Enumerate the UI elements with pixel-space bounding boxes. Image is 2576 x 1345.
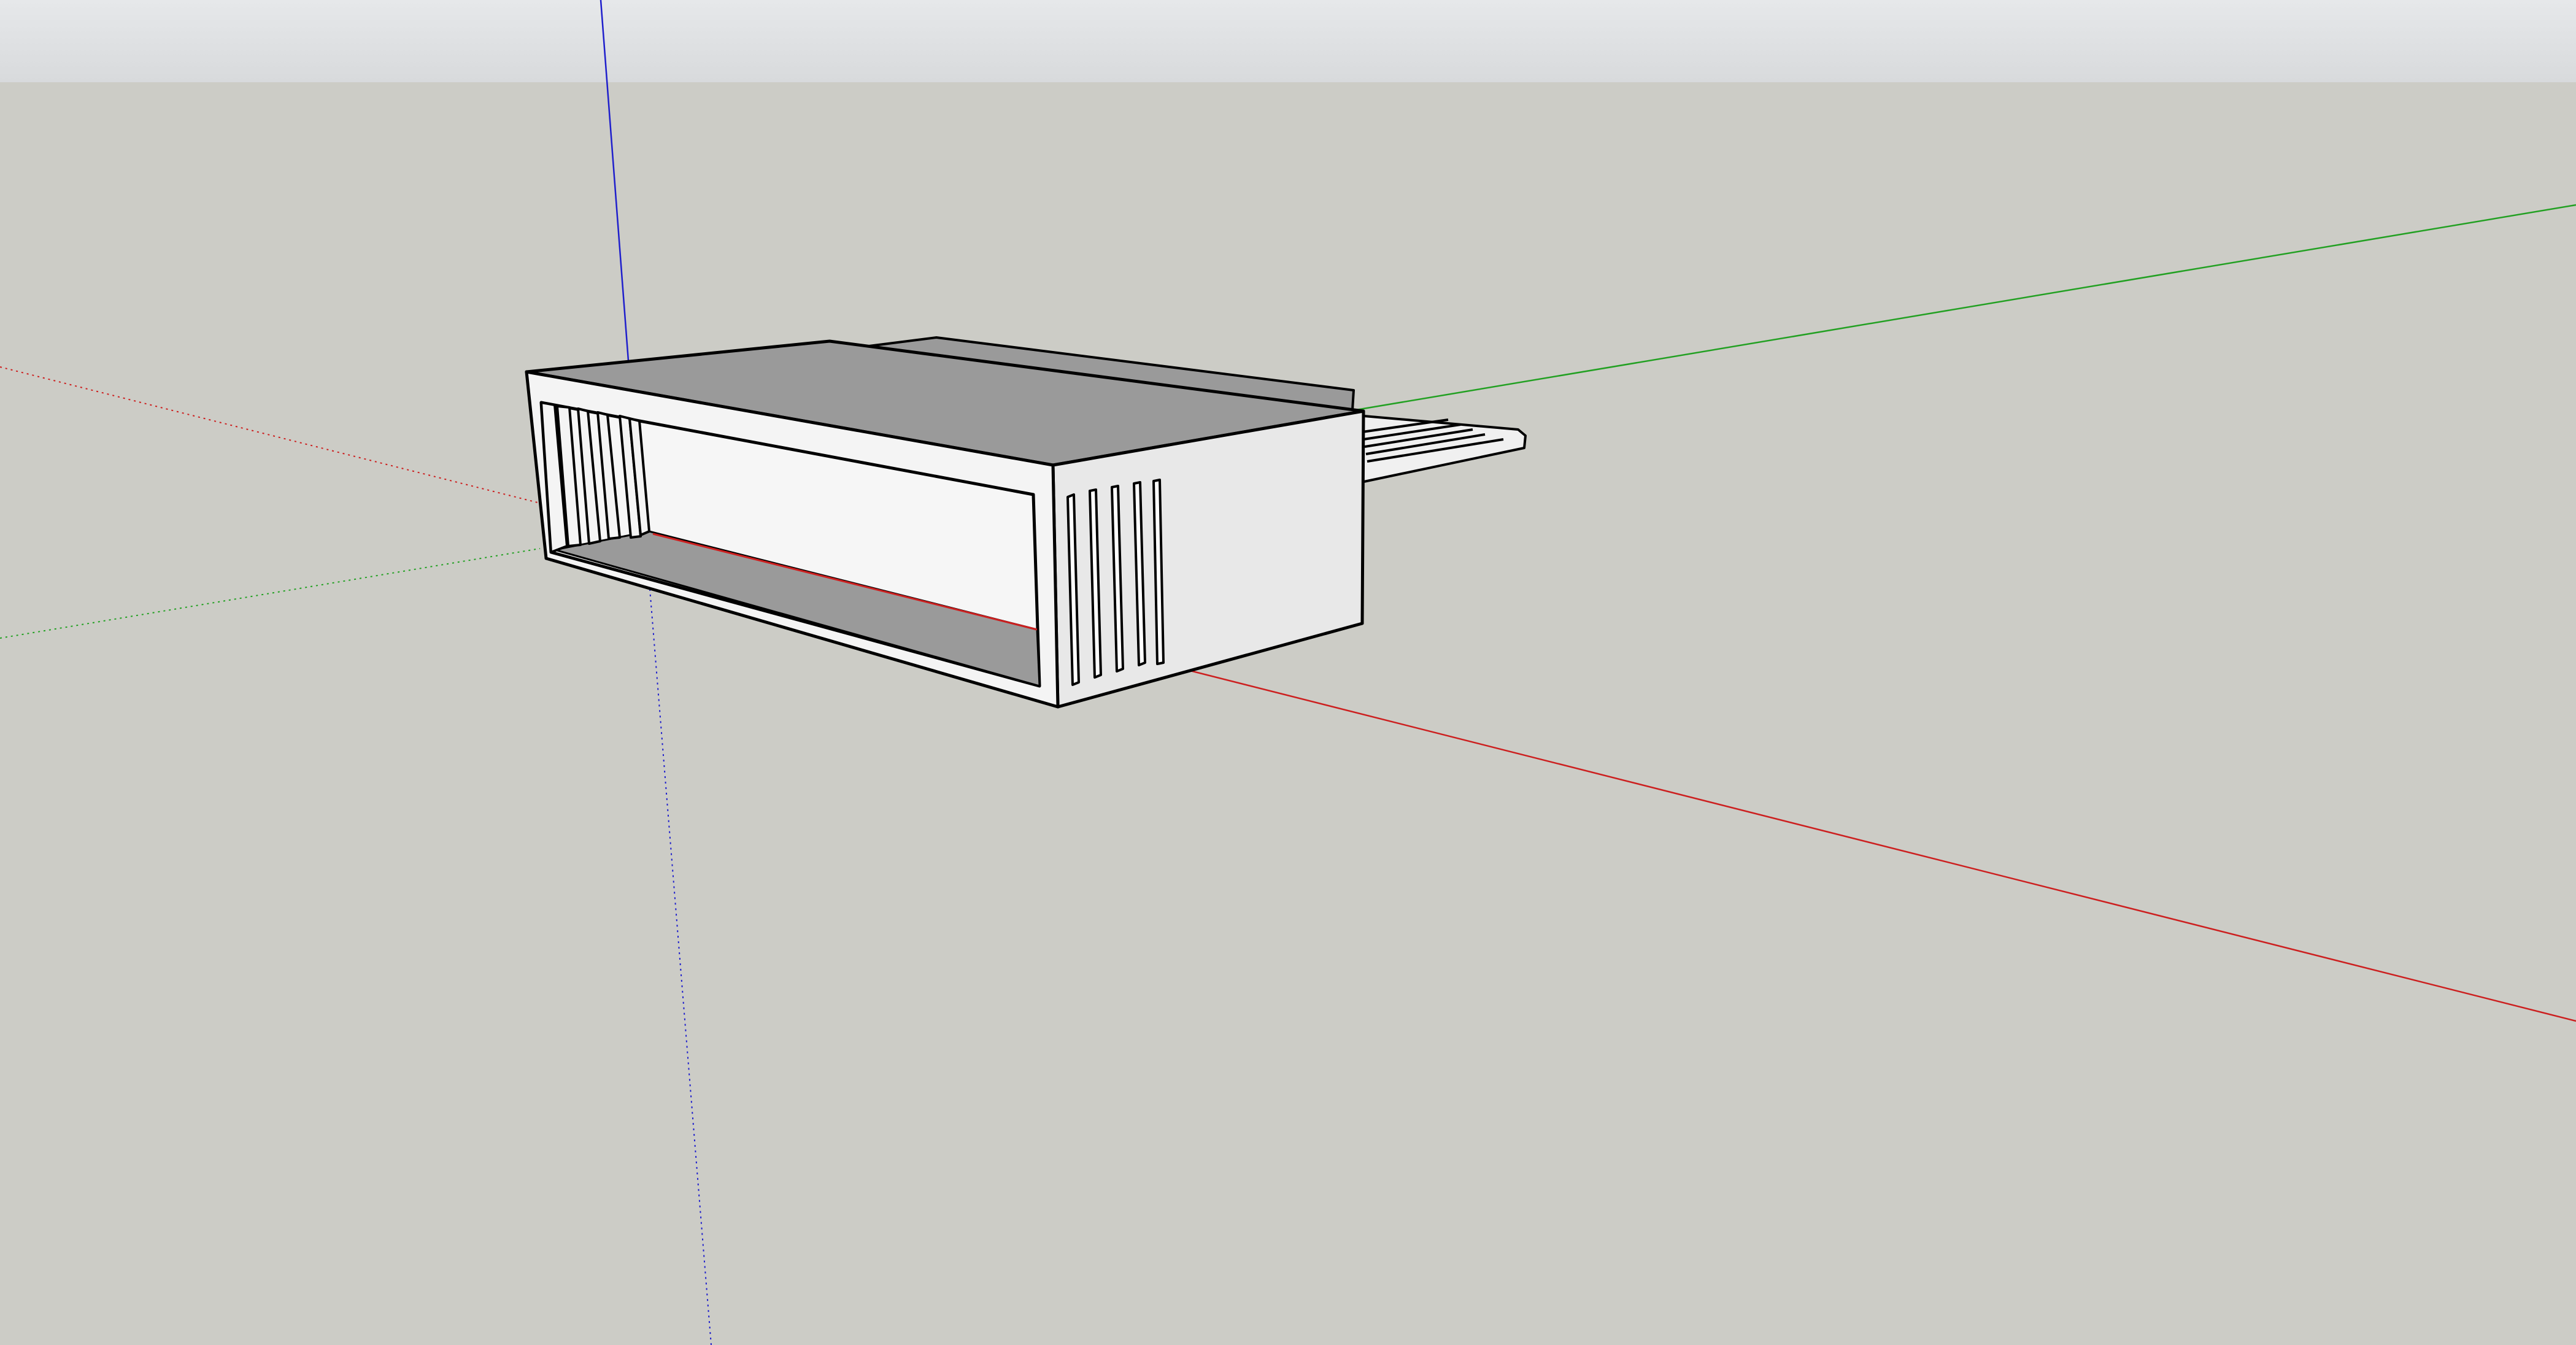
green-axis-positive xyxy=(1355,204,2576,411)
box-model[interactable] xyxy=(525,336,1527,709)
blue-axis-positive xyxy=(600,0,630,361)
red-axis-positive xyxy=(1153,660,2576,1022)
red-axis-negative xyxy=(0,366,541,504)
axes xyxy=(0,0,2576,1345)
blue-axis-negative xyxy=(649,588,712,1345)
modeling-viewport[interactable] xyxy=(0,0,2576,1345)
green-axis-negative xyxy=(0,548,541,639)
scene-canvas[interactable] xyxy=(0,0,2576,1345)
rear-ledge xyxy=(1349,414,1527,484)
